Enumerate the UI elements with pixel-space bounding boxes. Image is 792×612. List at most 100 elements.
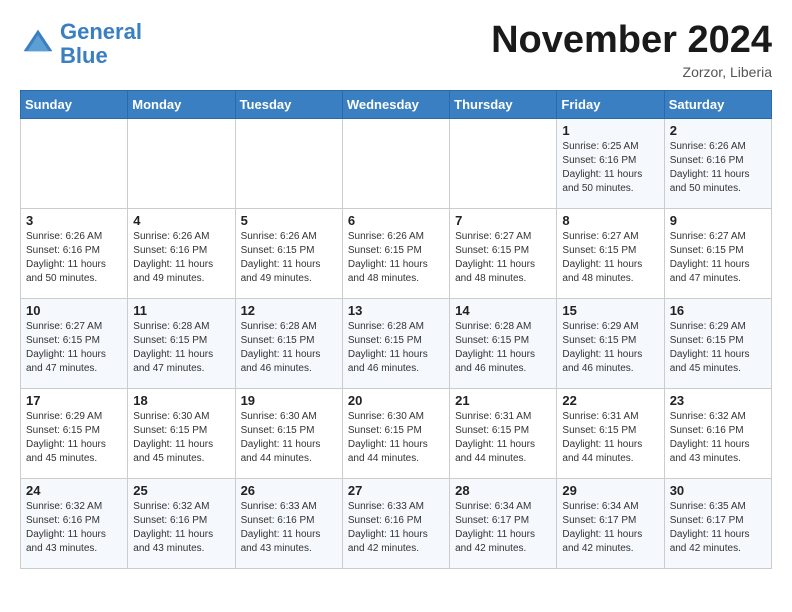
calendar-cell: 24 Sunrise: 6:32 AM Sunset: 6:16 PM Dayli… — [21, 478, 128, 568]
location: Zorzor, Liberia — [491, 64, 772, 80]
day-info: Sunrise: 6:35 AM Sunset: 6:17 PM Dayligh… — [670, 500, 766, 556]
day-number: 11 — [133, 303, 229, 318]
title-block: November 2024 Zorzor, Liberia — [491, 20, 772, 80]
day-number: 23 — [670, 393, 766, 408]
calendar-cell: 22Sunrise: 6:31 AM Sunset: 6:15 PM Dayli… — [557, 388, 664, 478]
calendar-cell: 1 Sunrise: 6:25 AM Sunset: 6:16 PM Daylig… — [557, 118, 664, 208]
calendar-cell: 18 Sunrise: 6:30 AM Sunset: 6:15 PM Dayli… — [128, 388, 235, 478]
calendar-cell: 10 Sunrise: 6:27 AM Sunset: 6:15 PM Dayli… — [21, 298, 128, 388]
day-number: 9 — [670, 213, 766, 228]
day-info: Sunrise: 6:30 AM Sunset: 6:15 PM Dayligh… — [133, 410, 229, 466]
day-info: Sunrise: 6:29 AM Sunset: 6:15 PM Dayligh… — [26, 410, 122, 466]
day-number: 13 — [348, 303, 444, 318]
week-row-3: 10 Sunrise: 6:27 AM Sunset: 6:15 PM Dayli… — [21, 298, 772, 388]
day-info: Sunrise: 6:29 AM Sunset: 6:15 PM Dayligh… — [562, 320, 658, 376]
calendar-table: SundayMondayTuesdayWednesdayThursdayFrid… — [20, 90, 772, 569]
calendar-cell: 5 Sunrise: 6:26 AM Sunset: 6:15 PM Daylig… — [235, 208, 342, 298]
day-number: 4 — [133, 213, 229, 228]
day-info: Sunrise: 6:26 AM Sunset: 6:16 PM Dayligh… — [26, 230, 122, 286]
calendar-header-row: SundayMondayTuesdayWednesdayThursdayFrid… — [21, 90, 772, 118]
day-number: 3 — [26, 213, 122, 228]
header-wednesday: Wednesday — [342, 90, 449, 118]
day-number: 10 — [26, 303, 122, 318]
header-thursday: Thursday — [450, 90, 557, 118]
day-number: 19 — [241, 393, 337, 408]
day-info: Sunrise: 6:29 AM Sunset: 6:15 PM Dayligh… — [670, 320, 766, 376]
day-info: Sunrise: 6:30 AM Sunset: 6:15 PM Dayligh… — [348, 410, 444, 466]
day-number: 18 — [133, 393, 229, 408]
day-info: Sunrise: 6:26 AM Sunset: 6:16 PM Dayligh… — [133, 230, 229, 286]
day-info: Sunrise: 6:32 AM Sunset: 6:16 PM Dayligh… — [670, 410, 766, 466]
day-info: Sunrise: 6:33 AM Sunset: 6:16 PM Dayligh… — [348, 500, 444, 556]
day-number: 7 — [455, 213, 551, 228]
calendar-cell: 14 Sunrise: 6:28 AM Sunset: 6:15 PM Dayli… — [450, 298, 557, 388]
calendar-cell: 17Sunrise: 6:29 AM Sunset: 6:15 PM Dayli… — [21, 388, 128, 478]
calendar-cell: 20 Sunrise: 6:30 AM Sunset: 6:15 PM Dayli… — [342, 388, 449, 478]
day-number: 1 — [562, 123, 658, 138]
month-title: November 2024 — [491, 20, 772, 62]
day-number: 15 — [562, 303, 658, 318]
day-info: Sunrise: 6:31 AM Sunset: 6:15 PM Dayligh… — [455, 410, 551, 466]
week-row-4: 17Sunrise: 6:29 AM Sunset: 6:15 PM Dayli… — [21, 388, 772, 478]
day-info: Sunrise: 6:33 AM Sunset: 6:16 PM Dayligh… — [241, 500, 337, 556]
day-number: 20 — [348, 393, 444, 408]
header-friday: Friday — [557, 90, 664, 118]
day-info: Sunrise: 6:28 AM Sunset: 6:15 PM Dayligh… — [348, 320, 444, 376]
calendar-cell — [342, 118, 449, 208]
calendar-cell: 23 Sunrise: 6:32 AM Sunset: 6:16 PM Dayli… — [664, 388, 771, 478]
day-info: Sunrise: 6:25 AM Sunset: 6:16 PM Dayligh… — [562, 140, 658, 196]
week-row-2: 3 Sunrise: 6:26 AM Sunset: 6:16 PM Daylig… — [21, 208, 772, 298]
day-info: Sunrise: 6:30 AM Sunset: 6:15 PM Dayligh… — [241, 410, 337, 466]
day-number: 12 — [241, 303, 337, 318]
day-number: 5 — [241, 213, 337, 228]
day-info: Sunrise: 6:27 AM Sunset: 6:15 PM Dayligh… — [26, 320, 122, 376]
calendar-cell: 2Sunrise: 6:26 AM Sunset: 6:16 PM Daylig… — [664, 118, 771, 208]
header-tuesday: Tuesday — [235, 90, 342, 118]
calendar-cell — [21, 118, 128, 208]
calendar-cell: 11 Sunrise: 6:28 AM Sunset: 6:15 PM Dayli… — [128, 298, 235, 388]
calendar-cell: 30 Sunrise: 6:35 AM Sunset: 6:17 PM Dayli… — [664, 478, 771, 568]
day-number: 30 — [670, 483, 766, 498]
day-number: 6 — [348, 213, 444, 228]
calendar-cell: 25Sunrise: 6:32 AM Sunset: 6:16 PM Dayli… — [128, 478, 235, 568]
header-monday: Monday — [128, 90, 235, 118]
calendar-cell: 19 Sunrise: 6:30 AM Sunset: 6:15 PM Dayli… — [235, 388, 342, 478]
calendar-cell: 7 Sunrise: 6:27 AM Sunset: 6:15 PM Daylig… — [450, 208, 557, 298]
calendar-cell: 6 Sunrise: 6:26 AM Sunset: 6:15 PM Daylig… — [342, 208, 449, 298]
day-number: 27 — [348, 483, 444, 498]
calendar-cell: 9 Sunrise: 6:27 AM Sunset: 6:15 PM Daylig… — [664, 208, 771, 298]
day-info: Sunrise: 6:32 AM Sunset: 6:16 PM Dayligh… — [26, 500, 122, 556]
calendar-cell: 8 Sunrise: 6:27 AM Sunset: 6:15 PM Daylig… — [557, 208, 664, 298]
day-info: Sunrise: 6:26 AM Sunset: 6:15 PM Dayligh… — [348, 230, 444, 286]
week-row-1: 1 Sunrise: 6:25 AM Sunset: 6:16 PM Daylig… — [21, 118, 772, 208]
logo-text: General Blue — [60, 20, 142, 68]
day-number: 24 — [26, 483, 122, 498]
calendar-cell: 13 Sunrise: 6:28 AM Sunset: 6:15 PM Dayli… — [342, 298, 449, 388]
calendar-cell: 12 Sunrise: 6:28 AM Sunset: 6:15 PM Dayli… — [235, 298, 342, 388]
day-info: Sunrise: 6:28 AM Sunset: 6:15 PM Dayligh… — [241, 320, 337, 376]
day-info: Sunrise: 6:28 AM Sunset: 6:15 PM Dayligh… — [455, 320, 551, 376]
day-info: Sunrise: 6:27 AM Sunset: 6:15 PM Dayligh… — [455, 230, 551, 286]
calendar-cell: 3 Sunrise: 6:26 AM Sunset: 6:16 PM Daylig… — [21, 208, 128, 298]
day-number: 28 — [455, 483, 551, 498]
day-number: 8 — [562, 213, 658, 228]
calendar-cell: 28 Sunrise: 6:34 AM Sunset: 6:17 PM Dayli… — [450, 478, 557, 568]
logo-icon — [20, 26, 56, 62]
day-number: 16 — [670, 303, 766, 318]
day-number: 21 — [455, 393, 551, 408]
header-sunday: Sunday — [21, 90, 128, 118]
day-info: Sunrise: 6:27 AM Sunset: 6:15 PM Dayligh… — [670, 230, 766, 286]
day-info: Sunrise: 6:26 AM Sunset: 6:15 PM Dayligh… — [241, 230, 337, 286]
day-number: 29 — [562, 483, 658, 498]
day-info: Sunrise: 6:28 AM Sunset: 6:15 PM Dayligh… — [133, 320, 229, 376]
calendar-cell — [128, 118, 235, 208]
day-number: 14 — [455, 303, 551, 318]
week-row-5: 24 Sunrise: 6:32 AM Sunset: 6:16 PM Dayli… — [21, 478, 772, 568]
calendar-cell: 26Sunrise: 6:33 AM Sunset: 6:16 PM Dayli… — [235, 478, 342, 568]
calendar-cell — [450, 118, 557, 208]
day-info: Sunrise: 6:34 AM Sunset: 6:17 PM Dayligh… — [455, 500, 551, 556]
calendar-cell: 16 Sunrise: 6:29 AM Sunset: 6:15 PM Dayli… — [664, 298, 771, 388]
day-info: Sunrise: 6:26 AM Sunset: 6:16 PM Dayligh… — [670, 140, 766, 196]
logo: General Blue — [20, 20, 142, 68]
day-info: Sunrise: 6:27 AM Sunset: 6:15 PM Dayligh… — [562, 230, 658, 286]
